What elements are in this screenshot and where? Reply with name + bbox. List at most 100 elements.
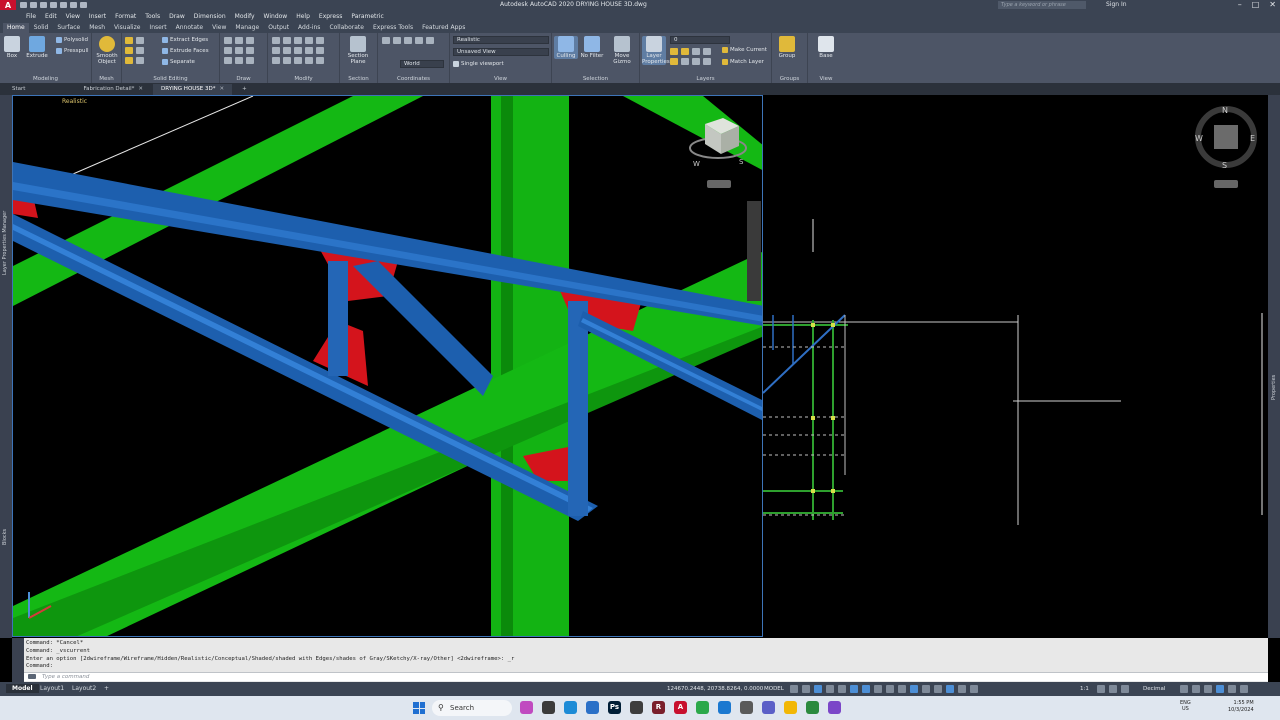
ucs-object-icon[interactable] [426, 37, 434, 44]
polar-icon[interactable] [826, 685, 834, 693]
scale-icon[interactable] [305, 47, 313, 54]
language-indicator[interactable]: ENG US [1180, 700, 1191, 712]
ucs-icon[interactable] [382, 37, 390, 44]
layer-off-icon[interactable] [670, 48, 678, 55]
menu-format[interactable]: Format [115, 13, 136, 20]
menu-dimension[interactable]: Dimension [194, 13, 226, 20]
spline-icon[interactable] [235, 57, 243, 64]
new-icon[interactable] [20, 2, 27, 8]
point-icon[interactable] [246, 57, 254, 64]
tab-annotate[interactable]: Annotate [172, 23, 207, 33]
layer-freeze-icon[interactable] [692, 48, 700, 55]
ucs-world-icon[interactable] [393, 37, 401, 44]
isodraft-icon[interactable] [838, 685, 846, 693]
subtract-icon[interactable] [125, 47, 133, 54]
copy-icon[interactable] [316, 37, 324, 44]
transparency-icon[interactable] [886, 685, 894, 693]
slice-icon[interactable] [136, 37, 144, 44]
chrome-icon[interactable] [806, 701, 819, 714]
snap-icon[interactable] [802, 685, 810, 693]
close-tab-icon[interactable]: ✕ [220, 86, 225, 92]
modeling-panel-title[interactable]: Modeling [0, 76, 91, 82]
annotation-visibility-icon[interactable] [958, 685, 966, 693]
layer-properties-button[interactable]: Layer Properties [642, 36, 670, 65]
groups-panel-title[interactable]: Groups [772, 76, 807, 82]
command-input[interactable]: Type a command [24, 672, 1268, 681]
explode-icon[interactable] [283, 57, 291, 64]
grid-icon[interactable] [790, 685, 798, 693]
visual-style-label[interactable]: Realistic [62, 98, 87, 105]
dynamic-ucs-icon[interactable] [922, 685, 930, 693]
menu-parametric[interactable]: Parametric [351, 13, 384, 20]
layout-tab-layout2[interactable]: Layout2 [66, 684, 102, 693]
doc-tab-drying-house[interactable]: DRYING HOUSE 3D* ✕ [153, 83, 233, 95]
close-tab-icon[interactable]: ✕ [138, 86, 143, 92]
auto-scale-icon[interactable] [970, 685, 978, 693]
group-button[interactable]: Group [775, 36, 799, 59]
isolate-objects-icon[interactable] [1204, 685, 1212, 693]
edge-icon[interactable] [718, 701, 731, 714]
view-base-panel-title[interactable]: View [808, 76, 844, 82]
menu-modify[interactable]: Modify [235, 13, 255, 20]
clean-screen-icon[interactable] [1228, 685, 1236, 693]
new-tab-button[interactable]: + [234, 84, 255, 95]
doc-tab-start[interactable]: Start [4, 84, 33, 95]
doc-tab-fabrication-detail[interactable]: Fabrication Detail* ✕ [75, 84, 151, 95]
menu-insert[interactable]: Insert [89, 13, 106, 20]
line-icon[interactable] [224, 37, 232, 44]
tab-solid[interactable]: Solid [30, 23, 53, 33]
viewport-2d[interactable]: N S W E [763, 95, 1268, 637]
lock-ui-icon[interactable] [1192, 685, 1200, 693]
save-icon[interactable] [40, 2, 47, 8]
ucs-face-icon[interactable] [415, 37, 423, 44]
windows-start-icon[interactable] [413, 702, 425, 714]
tab-collaborate[interactable]: Collaborate [325, 23, 368, 33]
app-icon[interactable] [828, 701, 841, 714]
array-icon[interactable] [316, 47, 324, 54]
move-icon[interactable] [272, 37, 280, 44]
ucs-previous-icon[interactable] [404, 37, 412, 44]
coordinates-panel-title[interactable]: Coordinates [378, 76, 449, 82]
align-icon[interactable] [294, 57, 302, 64]
fillet-icon[interactable] [283, 47, 291, 54]
polyline-icon[interactable] [235, 37, 243, 44]
settings-icon[interactable] [740, 701, 753, 714]
sign-in-link[interactable]: Sign In [1106, 1, 1127, 8]
tab-manage[interactable]: Manage [231, 23, 263, 33]
union-icon[interactable] [125, 37, 133, 44]
selection-cycling-icon[interactable] [898, 685, 906, 693]
cursor-coordinates[interactable]: 124670.2448, 20738.8264, 0.0000 [667, 686, 763, 692]
intersect-icon[interactable] [125, 57, 133, 64]
menu-file[interactable]: File [26, 13, 36, 20]
task-view-icon[interactable] [542, 701, 555, 714]
tab-surface[interactable]: Surface [53, 23, 84, 33]
extract-edges-button[interactable]: Extract Edges [162, 37, 208, 43]
layer-isolate-icon[interactable] [681, 48, 689, 55]
widgets-icon[interactable] [520, 701, 533, 714]
hardware-acceleration-icon[interactable] [1216, 685, 1224, 693]
layer-on-icon[interactable] [670, 58, 678, 65]
menu-express[interactable]: Express [319, 13, 342, 20]
minimize-icon[interactable]: – [1238, 0, 1242, 9]
viewport-3d[interactable]: W S [12, 95, 763, 637]
solid-editing-panel-title[interactable]: Solid Editing [122, 76, 219, 82]
customization-icon[interactable] [1240, 685, 1248, 693]
match-layer-button[interactable]: Match Layer [722, 59, 764, 65]
no-filter-button[interactable]: No Filter [580, 36, 604, 59]
layer-unlock-icon[interactable] [703, 58, 711, 65]
extrude-faces-button[interactable]: Extrude Faces [162, 48, 209, 54]
annotation-monitor-icon[interactable] [1109, 685, 1117, 693]
layers-panel-title[interactable]: Layers [640, 76, 771, 82]
tab-express-tools[interactable]: Express Tools [369, 23, 417, 33]
presspull-button[interactable]: Presspull [56, 48, 89, 54]
obs-icon[interactable] [630, 701, 643, 714]
join-icon[interactable] [305, 57, 313, 64]
lineweight-icon[interactable] [874, 685, 882, 693]
vscode-icon[interactable] [564, 701, 577, 714]
mesh-panel-title[interactable]: Mesh [92, 76, 121, 82]
tab-mesh[interactable]: Mesh [85, 23, 109, 33]
rectangle-icon[interactable] [235, 47, 243, 54]
3d-osnap-icon[interactable] [910, 685, 918, 693]
command-line-handle[interactable] [12, 638, 24, 682]
hatch-icon[interactable] [224, 57, 232, 64]
